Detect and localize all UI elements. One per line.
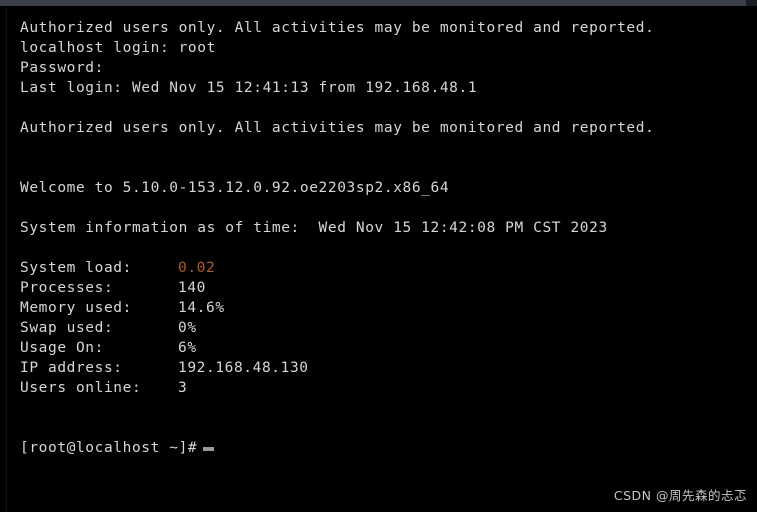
stat-row-swap-used: Swap used: 0% bbox=[20, 318, 757, 338]
welcome-kernel-line: Welcome to 5.10.0-153.12.0.92.oe2203sp2.… bbox=[20, 180, 450, 196]
shell-prompt-line[interactable]: [root@localhost ~]# bbox=[20, 438, 757, 458]
console-line: Authorized users only. All activities ma… bbox=[20, 120, 655, 136]
stat-label: IP address: bbox=[20, 360, 123, 376]
terminal-output[interactable]: Authorized users only. All activities ma… bbox=[0, 6, 757, 512]
stat-label: Memory used: bbox=[20, 300, 132, 316]
stat-row-ip-address: IP address: 192.168.48.130 bbox=[20, 358, 757, 378]
stat-label: Users online: bbox=[20, 380, 142, 396]
stat-value: 6% bbox=[178, 340, 197, 356]
system-stats-block: System load: 0.02 Processes: 140 Memory … bbox=[20, 258, 757, 398]
stat-label: Swap used: bbox=[20, 320, 114, 336]
stat-row-processes: Processes: 140 bbox=[20, 278, 757, 298]
stat-label: System load: bbox=[20, 260, 132, 276]
csdn-watermark: CSDN @周先森的忐忑 bbox=[613, 488, 747, 503]
stat-value: 192.168.48.130 bbox=[178, 360, 309, 376]
system-information-line: System information as of time: Wed Nov 1… bbox=[20, 220, 608, 236]
stat-row-users-online: Users online: 3 bbox=[20, 378, 757, 398]
block-cursor-icon bbox=[203, 447, 215, 451]
stat-row-memory-used: Memory used: 14.6% bbox=[20, 298, 757, 318]
stat-row-usage-on: Usage On: 6% bbox=[20, 338, 757, 358]
terminal-screen: Authorized users only. All activities ma… bbox=[0, 0, 757, 512]
stat-value: 0% bbox=[178, 320, 197, 336]
shell-prompt-text: [root@localhost ~]# bbox=[20, 440, 198, 456]
stat-value: 0.02 bbox=[178, 260, 216, 276]
stat-row-system-load: System load: 0.02 bbox=[20, 258, 757, 278]
stat-value: 14.6% bbox=[178, 300, 225, 316]
stat-label: Usage On: bbox=[20, 340, 104, 356]
last-login-line: Last login: Wed Nov 15 12:41:13 from 192… bbox=[20, 80, 478, 96]
stat-value: 140 bbox=[178, 280, 206, 296]
login-prompt-line: localhost login: root bbox=[20, 40, 216, 56]
console-line: Authorized users only. All activities ma… bbox=[20, 20, 655, 36]
stat-value: 3 bbox=[178, 380, 188, 396]
stat-label: Processes: bbox=[20, 280, 114, 296]
password-prompt-line: Password: bbox=[20, 60, 104, 76]
